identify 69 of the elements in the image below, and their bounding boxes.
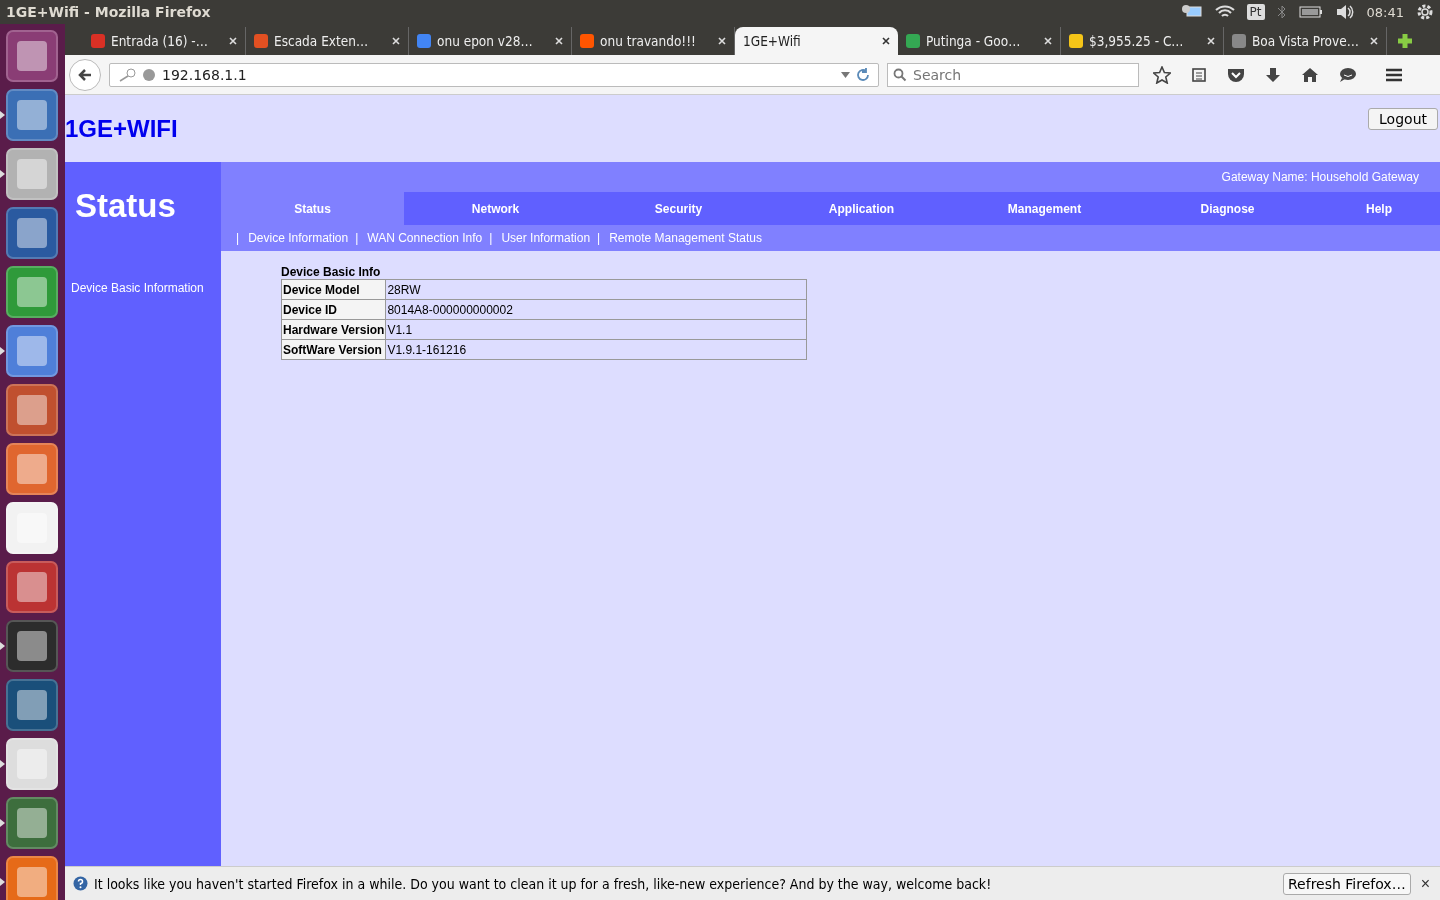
tab-title: $3,955.25 - C… <box>1089 33 1185 49</box>
notification-message: It looks like you haven't started Firefox in a while. Do you want to clean it up for a fresh, like-new experience? And by the way, welcome back! <box>94 875 993 892</box>
address-field[interactable]: 192.168.1.1 <box>109 62 879 87</box>
favicon-icon <box>91 34 105 48</box>
menu-tab[interactable]: Application <box>770 192 953 225</box>
tab-title: onu travando!!! <box>600 33 697 49</box>
plus-icon[interactable] <box>1397 33 1413 49</box>
row-label: Device ID <box>281 299 386 320</box>
close-icon[interactable] <box>882 37 890 45</box>
sidebar-link[interactable]: Device Basic Information <box>71 281 221 295</box>
tab-title: Boa Vista Prove… <box>1252 33 1360 49</box>
separator: | <box>597 231 601 245</box>
battery-icon[interactable] <box>1298 6 1323 18</box>
back-arrow-icon <box>77 66 93 83</box>
section-title: Status <box>75 187 177 225</box>
favicon-icon <box>1069 34 1083 48</box>
menu-tab[interactable]: Management <box>953 192 1136 225</box>
logo-title: 1GE+WIFI <box>65 115 178 143</box>
clock[interactable]: 08:41 <box>1366 4 1404 20</box>
row-value: V1.1 <box>385 319 807 340</box>
favicon-icon <box>580 34 594 48</box>
tab-title: onu epon v28… <box>437 33 534 49</box>
star-icon[interactable] <box>1153 65 1171 84</box>
row-label: Device Model <box>281 279 386 300</box>
wifi-icon[interactable] <box>1214 5 1235 19</box>
download-icon[interactable] <box>1265 66 1281 83</box>
menu-tab[interactable]: Diagnose <box>1136 192 1319 225</box>
menu-tab[interactable]: Security <box>587 192 770 225</box>
help-icon <box>73 876 88 891</box>
separator: | <box>355 231 359 245</box>
favicon-icon <box>254 34 268 48</box>
row-label: SoftWare Version <box>281 339 386 360</box>
refresh-firefox-button[interactable]: Refresh Firefox… <box>1283 872 1411 895</box>
chat-bubble-icon[interactable] <box>1339 66 1357 83</box>
bluetooth-icon[interactable] <box>1276 4 1287 20</box>
favicon-icon <box>1232 34 1246 48</box>
speaker-icon[interactable] <box>1334 4 1355 20</box>
reload-icon[interactable] <box>856 67 870 82</box>
power-gear-icon[interactable] <box>1416 3 1434 21</box>
row-value: 28RW <box>385 279 807 300</box>
tab-title: Entrada (16) -… <box>111 33 209 49</box>
list-icon[interactable] <box>1191 66 1207 83</box>
menu-icon[interactable] <box>1385 67 1403 82</box>
tab-title: 1GE+Wifi <box>743 33 802 49</box>
favicon-icon <box>417 34 431 48</box>
menu-tab[interactable]: Network <box>404 192 587 225</box>
keyboard-language-indicator[interactable]: Pt <box>1246 4 1265 20</box>
menu-tab[interactable]: Help <box>1319 192 1439 225</box>
url-text: 192.168.1.1 <box>162 66 248 83</box>
separator: | <box>489 231 493 245</box>
network-computer-icon[interactable] <box>1180 4 1203 20</box>
back-button[interactable] <box>69 58 101 91</box>
tab-title: Putinga - Goo… <box>926 33 1022 49</box>
window-title: 1GE+Wifi - Mozilla Firefox <box>6 4 211 20</box>
separator: | <box>236 231 240 245</box>
dropdown-caret-icon[interactable] <box>841 71 850 78</box>
row-value: 8014A8-000000000002 <box>385 299 807 320</box>
tab-title: Escada Exten… <box>274 33 370 49</box>
home-icon[interactable] <box>1301 66 1319 83</box>
pocket-icon[interactable] <box>1227 66 1245 83</box>
search-field[interactable]: Search <box>887 62 1139 87</box>
row-label: Hardware Version <box>281 319 386 340</box>
row-value: V1.9.1-161216 <box>385 339 807 360</box>
browser-tab[interactable]: 1GE+Wifi <box>735 27 898 55</box>
favicon-icon <box>906 34 920 48</box>
table-title: Device Basic Info <box>281 265 382 279</box>
logout-button[interactable]: Logout <box>1368 108 1438 130</box>
close-button[interactable]: × <box>1416 874 1434 893</box>
gateway-name: Gateway Name: Household Gateway <box>1221 170 1419 184</box>
